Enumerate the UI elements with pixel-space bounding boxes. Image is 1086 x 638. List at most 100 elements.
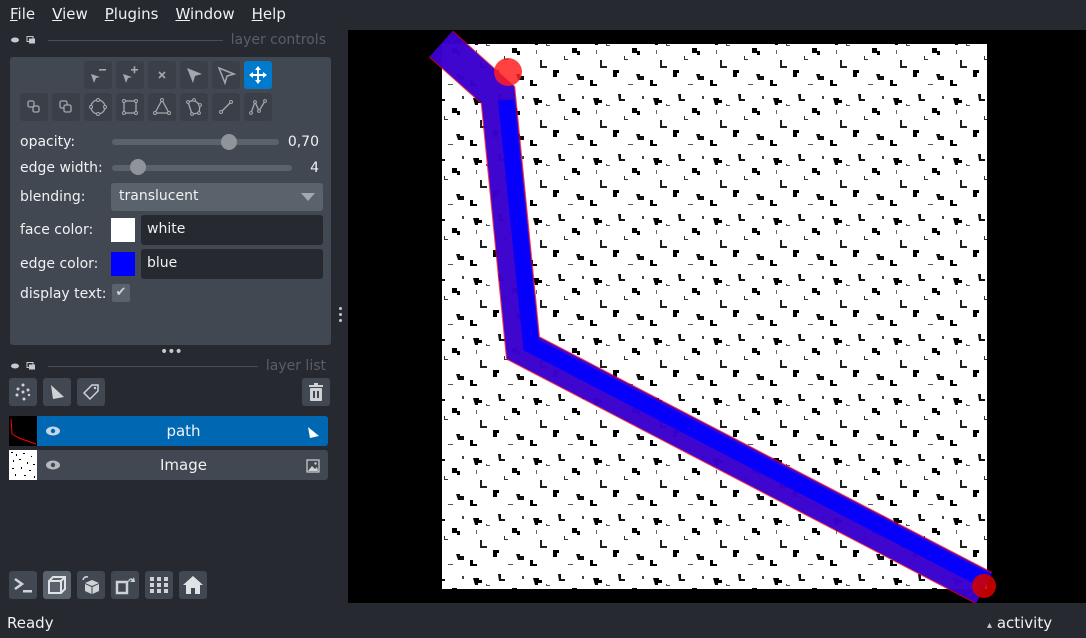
menu-bar: File View Plugins Window Help [0, 0, 1086, 28]
status-text: Ready [7, 614, 54, 632]
edge-color-input[interactable]: blue [141, 249, 323, 279]
chevron-down-icon [301, 193, 315, 201]
add-polygon-button[interactable] [180, 93, 208, 121]
menu-file[interactable]: File [10, 5, 35, 23]
layer-row-path[interactable]: path [9, 416, 328, 446]
add-rectangle-button[interactable] [116, 93, 144, 121]
dock-close-icon[interactable] [10, 36, 20, 44]
trash-icon [309, 383, 323, 401]
move-back-button[interactable] [20, 93, 48, 121]
delete-shape-button[interactable] [148, 61, 176, 89]
layer-thumbnail [9, 450, 37, 480]
add-triangle-button[interactable] [148, 93, 176, 121]
new-shapes-layer-button[interactable] [43, 378, 71, 406]
layer-list-dock-title: layer list [10, 358, 326, 374]
add-ellipse-button[interactable] [84, 93, 112, 121]
select-vertices-button[interactable] [212, 61, 240, 89]
tag-icon [82, 384, 99, 401]
edge-color-label: edge color: [20, 256, 99, 272]
new-labels-layer-button[interactable] [77, 378, 105, 406]
dock-float-icon[interactable] [26, 362, 36, 370]
triangle-icon [153, 98, 171, 115]
pan-zoom-button[interactable] [244, 61, 272, 89]
dock-float-icon[interactable] [26, 36, 36, 44]
blending-value: translucent [119, 188, 199, 204]
dock-title-divider [48, 365, 258, 367]
grid-view-button[interactable] [145, 571, 173, 599]
edge-width-slider-handle[interactable] [130, 159, 146, 175]
add-path-button[interactable] [244, 93, 272, 121]
cube-wireframe-icon [48, 576, 66, 594]
viewer-canvas[interactable] [348, 30, 1086, 604]
remove-vertex-button[interactable] [84, 61, 112, 89]
opacity-slider[interactable] [112, 139, 279, 145]
face-color-label: face color: [20, 222, 94, 238]
layer-thumbnail [9, 416, 37, 446]
dock-title-divider [48, 39, 223, 41]
home-icon [183, 576, 203, 594]
visibility-eye-icon[interactable] [45, 457, 61, 473]
select-arrow-icon [187, 68, 202, 83]
edge-width-value: 4 [310, 160, 319, 176]
delete-icon [158, 71, 166, 79]
opacity-slider-handle[interactable] [220, 134, 237, 150]
dock-title-text: layer list [265, 358, 326, 374]
layer-name[interactable]: Image [69, 456, 298, 474]
blending-dropdown[interactable]: translucent [111, 183, 323, 211]
opacity-label: opacity: [20, 134, 76, 150]
edge-width-label: edge width: [20, 160, 103, 176]
menu-window[interactable]: Window [175, 5, 234, 23]
blending-label: blending: [20, 189, 86, 205]
move-back-icon [27, 100, 40, 113]
toggle-ndisplay-button[interactable] [43, 571, 71, 599]
display-text-checkbox[interactable]: ✔ [112, 284, 130, 302]
path-icon [249, 99, 267, 115]
rotate-cube-icon [82, 576, 99, 594]
add-line-button[interactable] [212, 93, 240, 121]
terminal-icon [14, 577, 32, 593]
insert-vertex-button[interactable] [116, 61, 144, 89]
rectangle-icon [122, 99, 138, 115]
display-text-label: display text: [20, 286, 107, 302]
layer-controls-dock-title: layer controls [10, 32, 326, 48]
delete-layer-button[interactable] [302, 378, 330, 406]
shapes-type-icon [306, 424, 320, 438]
visibility-eye-icon[interactable] [45, 423, 61, 439]
transpose-icon [115, 577, 135, 595]
splitter-handle[interactable] [339, 307, 343, 325]
edge-color-swatch[interactable] [111, 252, 135, 276]
layer-row-image[interactable]: Image [9, 450, 328, 480]
remove-vertex-icon [91, 69, 106, 83]
console-button[interactable] [9, 571, 37, 599]
menu-help[interactable]: Help [252, 5, 286, 23]
new-points-layer-button[interactable] [9, 378, 37, 406]
polygon-icon [186, 98, 202, 116]
dock-resize-handle[interactable]: ••• [160, 344, 183, 360]
face-color-input[interactable]: white [141, 215, 323, 245]
transpose-dimensions-button[interactable] [111, 571, 139, 599]
activity-button[interactable]: ▴ activity [987, 614, 1052, 632]
move-arrows-icon [249, 66, 267, 84]
layer-name[interactable]: path [69, 422, 298, 440]
image-type-icon [306, 458, 320, 473]
menu-plugins[interactable]: Plugins [105, 5, 159, 23]
menu-view[interactable]: View [52, 5, 88, 23]
move-front-button[interactable] [52, 93, 80, 121]
move-front-icon [59, 100, 72, 113]
opacity-value: 0,70 [287, 134, 319, 150]
grid-icon [150, 577, 168, 593]
shapes-icon [51, 385, 64, 399]
select-vertex-arrow-icon [217, 66, 236, 85]
ellipse-icon [89, 98, 107, 116]
points-icon [15, 383, 31, 401]
roll-dimensions-button[interactable] [77, 571, 105, 599]
select-shapes-button[interactable] [180, 61, 208, 89]
canvas-scene [428, 30, 996, 604]
face-color-swatch[interactable] [111, 218, 135, 242]
dock-close-icon[interactable] [10, 362, 20, 370]
dock-title-text: layer controls [230, 32, 326, 48]
insert-vertex-icon [123, 66, 138, 83]
checkmark-icon: ✔ [115, 285, 127, 300]
layer-controls-panel: opacity: 0,70 edge width: 4 blending: tr… [10, 57, 331, 345]
reset-view-button[interactable] [179, 571, 207, 599]
